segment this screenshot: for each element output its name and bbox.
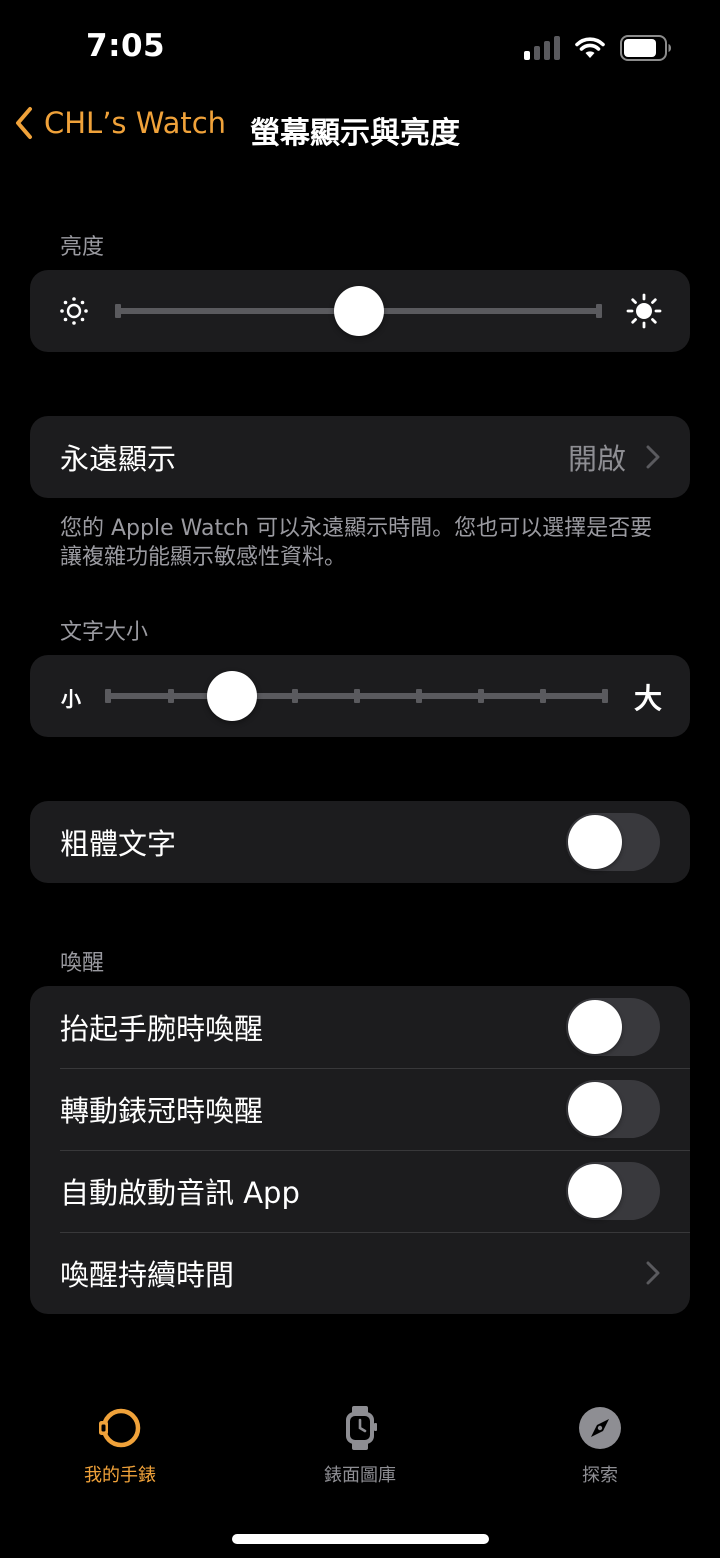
wake-on-wrist-raise-toggle[interactable]	[566, 998, 660, 1056]
text-size-tick	[478, 689, 484, 703]
wake-duration-row[interactable]: 喚醒持續時間	[30, 1232, 690, 1314]
toggle-knob	[568, 1164, 622, 1218]
chevron-right-icon	[646, 445, 660, 469]
tab-my-watch[interactable]: 我的手錶	[40, 1405, 200, 1487]
text-size-tick	[292, 689, 298, 703]
text-size-tick	[416, 689, 422, 703]
toggle-knob	[568, 1082, 622, 1136]
tab-bar: 我的手錶 錶面圖庫 探索	[0, 1405, 720, 1515]
wake-header: 喚醒	[60, 951, 105, 976]
toggle-knob	[568, 815, 622, 869]
always-on-card: 永遠顯示 開啟	[30, 416, 690, 498]
page-title: 螢幕顯示與亮度	[250, 116, 460, 151]
brightness-header: 亮度	[60, 235, 105, 260]
bold-text-toggle[interactable]	[566, 813, 660, 871]
watch-icon	[99, 1408, 141, 1448]
chevron-right-icon	[646, 1261, 660, 1285]
bold-text-row: 粗體文字	[30, 801, 690, 883]
auto-launch-audio-app-label: 自動啟動音訊 App	[60, 1176, 300, 1210]
wake-on-crown-rotation-label: 轉動錶冠時喚醒	[60, 1094, 264, 1128]
cellular-signal-icon	[524, 36, 560, 60]
chevron-left-icon	[16, 107, 32, 139]
always-on-footnote: 您的 Apple Watch 可以永遠顯示時間。您也可以選擇是否要讓複雜功能顯示…	[60, 516, 653, 570]
back-button[interactable]: CHL’s Watch	[14, 106, 226, 140]
brightness-slider-thumb[interactable]	[334, 286, 384, 336]
sun-large-icon	[626, 293, 662, 329]
always-on-value: 開啟	[567, 442, 626, 476]
brightness-track-end	[596, 304, 602, 318]
status-icons	[524, 34, 672, 62]
tab-discover[interactable]: 探索	[520, 1405, 680, 1487]
wake-on-crown-rotation-row: 轉動錶冠時喚醒	[30, 1068, 690, 1150]
text-size-tick	[602, 689, 608, 703]
text-size-small-label: 小	[61, 687, 81, 711]
tab-discover-label: 探索	[582, 1465, 618, 1486]
text-size-tick	[540, 689, 546, 703]
tab-my-watch-label: 我的手錶	[84, 1465, 156, 1486]
tab-face-gallery[interactable]: 錶面圖庫	[280, 1405, 440, 1487]
navigation-bar: CHL’s Watch 螢幕顯示與亮度	[0, 104, 720, 154]
wake-duration-label: 喚醒持續時間	[60, 1258, 235, 1292]
wake-on-wrist-raise-row: 抬起手腕時喚醒	[30, 986, 690, 1068]
always-on-label: 永遠顯示	[60, 442, 177, 476]
toggle-knob	[568, 1000, 622, 1054]
text-size-header: 文字大小	[60, 620, 149, 645]
compass-icon	[579, 1407, 621, 1449]
wake-on-wrist-raise-label: 抬起手腕時喚醒	[60, 1012, 264, 1046]
text-size-tick	[105, 689, 111, 703]
battery-icon	[620, 35, 671, 61]
brightness-card	[30, 270, 690, 352]
text-size-tick	[168, 689, 174, 703]
text-size-card: 小 大	[30, 655, 690, 737]
always-on-row[interactable]: 永遠顯示 開啟	[30, 416, 690, 498]
bold-text-label: 粗體文字	[60, 827, 177, 861]
text-size-slider[interactable]: 小 大	[30, 655, 690, 737]
wifi-icon	[575, 37, 605, 58]
auto-launch-audio-app-row: 自動啟動音訊 App	[30, 1150, 690, 1232]
auto-launch-audio-app-toggle[interactable]	[566, 1162, 660, 1220]
sun-small-icon	[60, 297, 88, 325]
wake-card: 抬起手腕時喚醒 轉動錶冠時喚醒 自動啟動音訊 App 喚醒持續時間	[30, 986, 690, 1314]
brightness-track-start	[115, 304, 121, 318]
tab-face-gallery-label: 錶面圖庫	[324, 1465, 396, 1486]
text-size-slider-thumb[interactable]	[207, 671, 258, 721]
back-label: CHL’s Watch	[44, 106, 227, 140]
bold-text-card: 粗體文字	[30, 801, 690, 883]
home-indicator[interactable]	[232, 1534, 489, 1544]
watch-face-icon	[346, 1406, 377, 1450]
brightness-slider[interactable]	[30, 270, 690, 352]
status-time: 7:05	[86, 28, 166, 64]
text-size-large-label: 大	[634, 682, 663, 715]
wake-on-crown-rotation-toggle[interactable]	[566, 1080, 660, 1138]
text-size-tick	[354, 689, 360, 703]
